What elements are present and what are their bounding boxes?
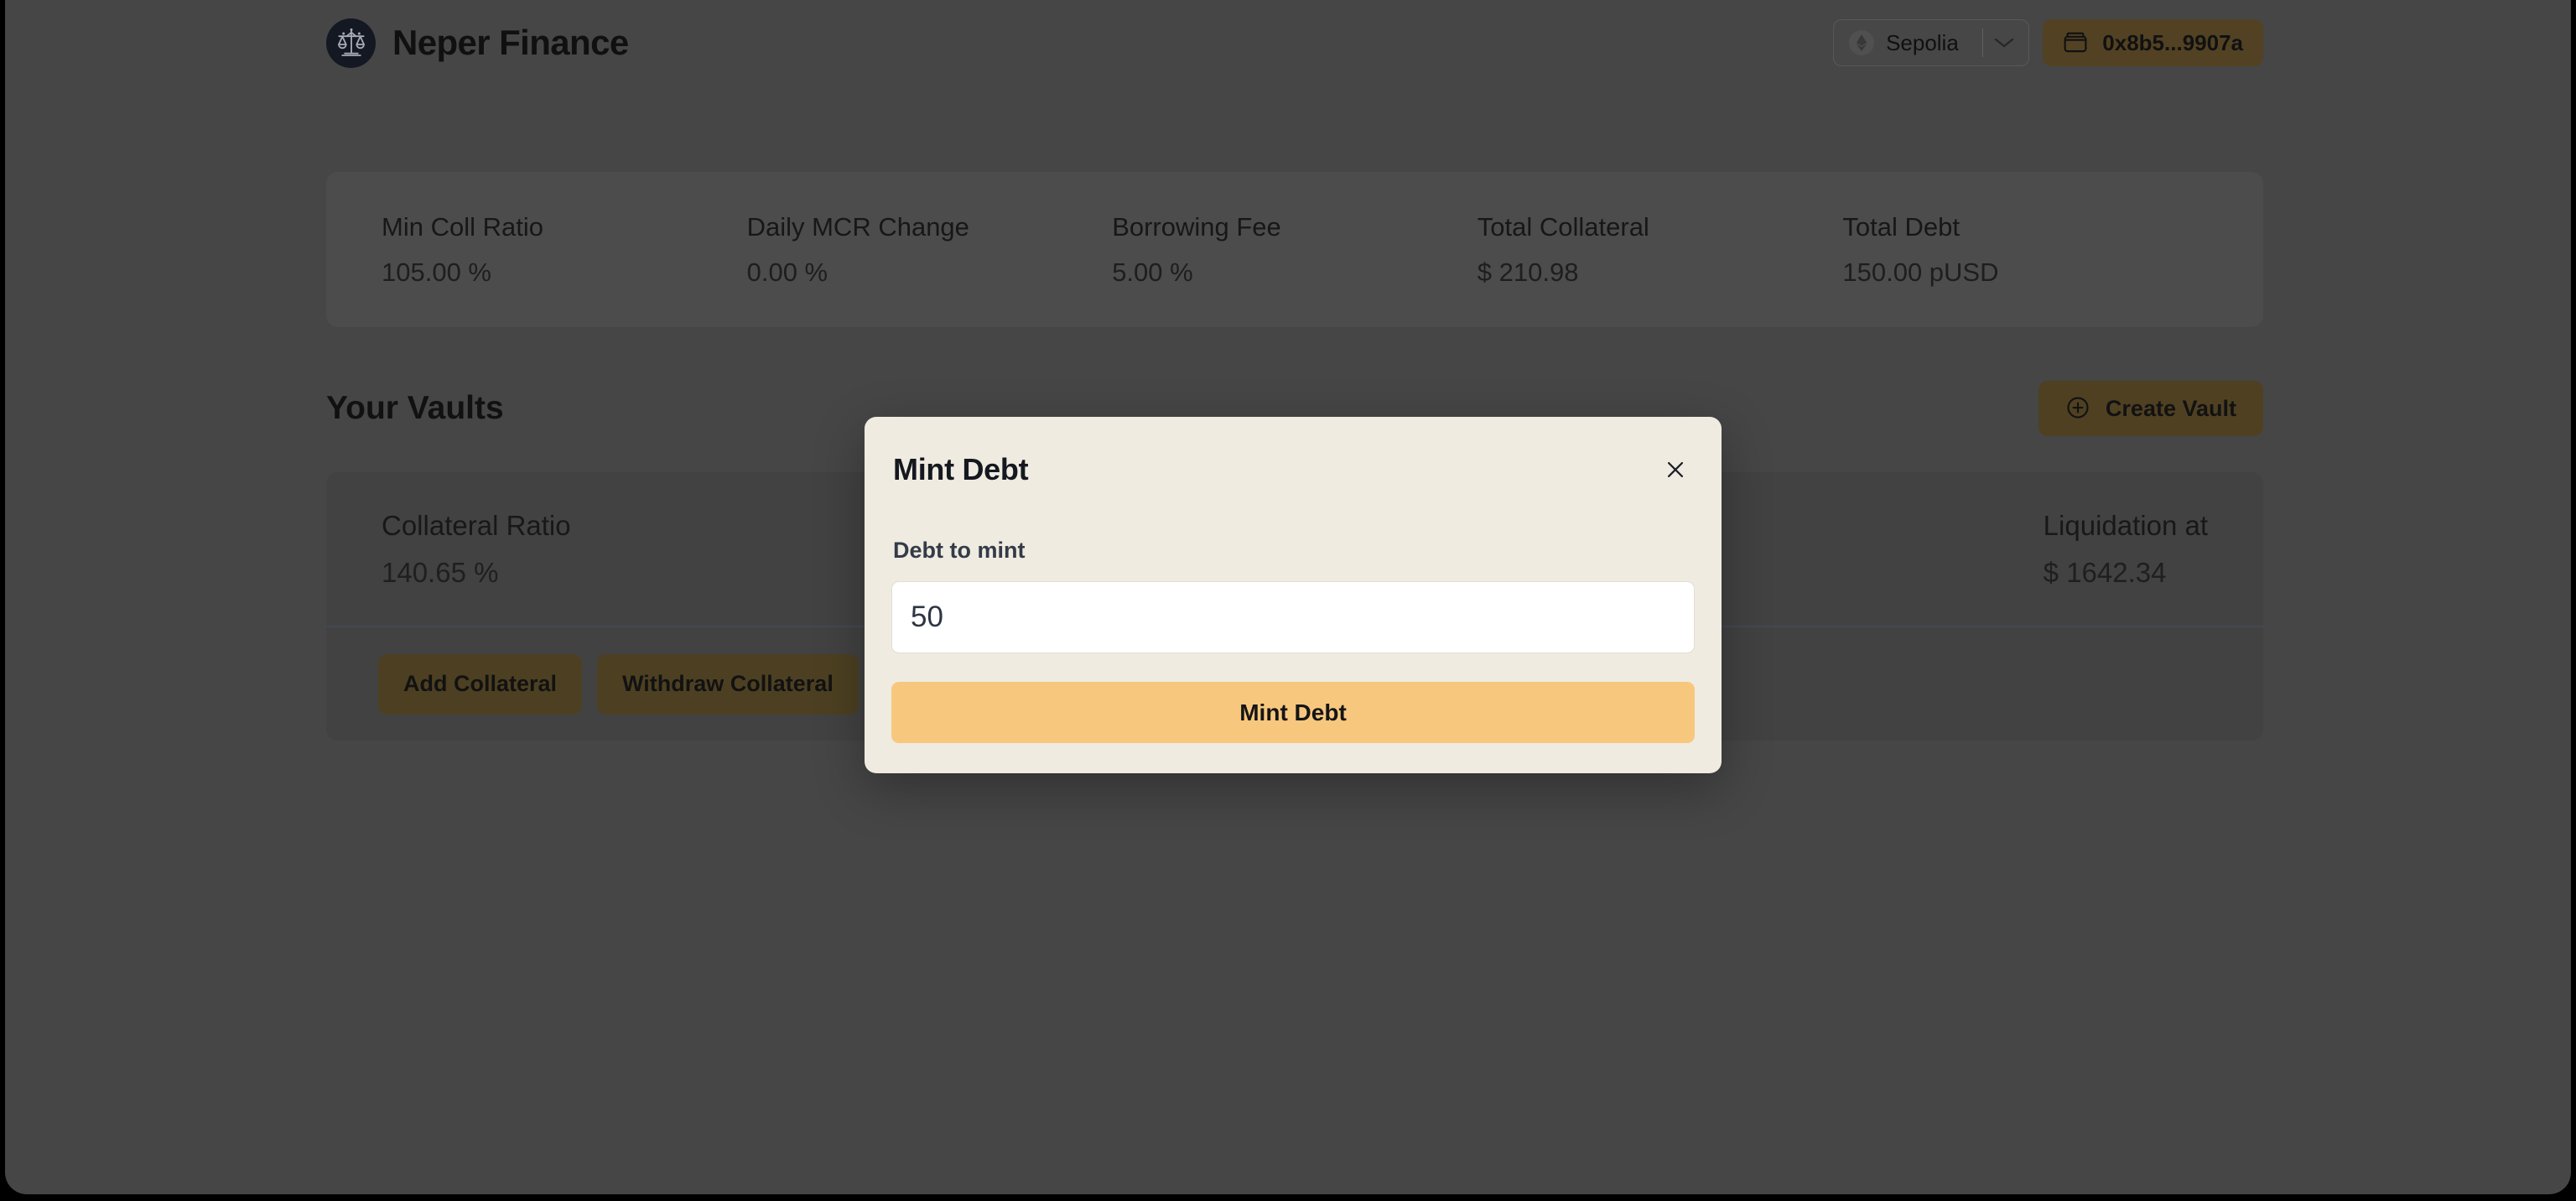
debt-to-mint-label: Debt to mint (893, 538, 1026, 563)
debt-amount-input[interactable] (891, 581, 1695, 653)
modal-title: Mint Debt (893, 452, 1029, 486)
modal-header: Mint Debt (891, 452, 1695, 487)
browser-window-frame: Neper Finance Sepolia 0x8b5...9907a Min … (5, 0, 2571, 1194)
mint-debt-submit-button[interactable]: Mint Debt (891, 682, 1695, 743)
mint-debt-dialog: Mint Debt Debt to mint Mint Debt (865, 417, 1722, 773)
close-icon[interactable] (1658, 452, 1693, 487)
